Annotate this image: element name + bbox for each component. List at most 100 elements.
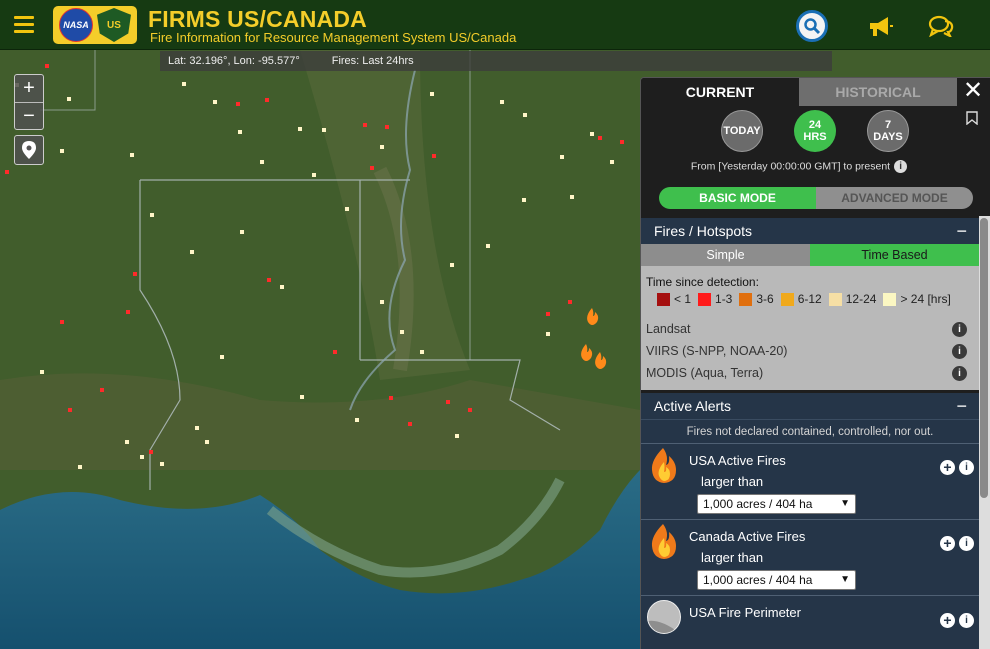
last-24hrs-button[interactable]: 24 HRS bbox=[794, 110, 836, 152]
today-button[interactable]: TODAY bbox=[721, 110, 763, 152]
nasa-logo: NASA bbox=[59, 8, 93, 42]
legend-item: 6-12 bbox=[780, 292, 822, 306]
search-icon bbox=[804, 18, 821, 35]
legend-swatch bbox=[698, 292, 712, 306]
bookmark-icon[interactable] bbox=[966, 111, 978, 125]
legend-swatch bbox=[828, 292, 842, 306]
alert-canada-active-fires: Canada Active Fires larger than 1,000 ac… bbox=[641, 519, 979, 595]
time-range-buttons: TODAY 24 HRS 7 DAYS bbox=[721, 110, 921, 152]
legend-swatch bbox=[657, 292, 670, 306]
add-layer-button[interactable]: + bbox=[940, 460, 955, 475]
from-label: From [Yesterday 00:00:00 GMT] to present bbox=[690, 160, 891, 173]
alert-name: USA Fire Perimeter bbox=[689, 605, 801, 620]
active-alerts-header[interactable]: Active Alerts − bbox=[641, 393, 979, 419]
zoom-in-button[interactable]: + bbox=[15, 75, 43, 102]
legend-label: 3-6 bbox=[756, 292, 774, 306]
viirs-info-icon[interactable]: i bbox=[952, 344, 967, 359]
legend-item: < 1 bbox=[657, 292, 691, 306]
info-icon[interactable]: i bbox=[894, 160, 908, 173]
scrollbar-thumb[interactable] bbox=[980, 218, 988, 498]
basic-mode-button[interactable]: BASIC MODE bbox=[659, 187, 816, 209]
panel-tabs: CURRENT HISTORICAL bbox=[641, 78, 957, 106]
chevron-down-icon: ▼ bbox=[840, 498, 850, 509]
alert-larger-label: larger than bbox=[701, 474, 764, 489]
announcements-button[interactable] bbox=[864, 10, 896, 42]
legend-label: 1-3 bbox=[715, 292, 733, 306]
fire-size-select[interactable]: 1,000 acres / 404 ha ▼ bbox=[697, 494, 856, 514]
fire-size-select[interactable]: 1,000 acres / 404 ha ▼ bbox=[697, 570, 856, 590]
locate-me-button[interactable] bbox=[14, 135, 44, 165]
modis-info-icon[interactable]: i bbox=[952, 366, 967, 381]
tab-historical[interactable]: HISTORICAL bbox=[799, 78, 957, 106]
flame-icon bbox=[651, 448, 676, 483]
fires-hotspots-header[interactable]: Fires / Hotspots − bbox=[641, 218, 979, 244]
panel-scrollbar[interactable] bbox=[979, 216, 990, 649]
alerts-note: Fires not declared contained, controlled… bbox=[641, 419, 979, 443]
time-since-detection-label: Time since detection: bbox=[646, 275, 759, 289]
alert-name: Canada Active Fires bbox=[689, 529, 806, 544]
flame-icon bbox=[651, 524, 676, 559]
legend-item: 12-24 bbox=[828, 292, 877, 306]
alert-name: USA Active Fires bbox=[689, 453, 786, 468]
active-alerts-title: Active Alerts bbox=[654, 398, 732, 414]
alert-larger-label: larger than bbox=[701, 550, 764, 565]
hrs-number: 24 bbox=[808, 119, 822, 131]
app-title: FIRMS US/CANADA bbox=[148, 6, 367, 32]
cursor-coordinates: Lat: 32.196°, Lon: -95.577° bbox=[168, 55, 300, 67]
days-number: 7 bbox=[884, 119, 892, 131]
legend-item: 3-6 bbox=[739, 292, 774, 306]
time-legend: < 1 1-3 3-6 6-12 12-24 > 24 [hrs] bbox=[657, 292, 958, 306]
layers-panel: CURRENT HISTORICAL ✕ TODAY 24 HRS 7 DAYS F… bbox=[640, 77, 990, 649]
tab-time-based[interactable]: Time Based bbox=[810, 244, 979, 266]
fires-subtabs: Simple Time Based bbox=[641, 244, 979, 266]
days-unit: DAYS bbox=[873, 131, 903, 143]
add-layer-button[interactable]: + bbox=[940, 536, 955, 551]
legend-swatch bbox=[739, 292, 753, 306]
zoom-out-button[interactable]: − bbox=[15, 102, 43, 129]
info-icon[interactable]: i bbox=[959, 460, 974, 475]
zoom-control: + − bbox=[14, 74, 44, 130]
logo-badge[interactable]: NASA US bbox=[53, 6, 137, 44]
alert-usa-fire-perimeter: USA Fire Perimeter + i bbox=[641, 595, 979, 649]
search-location-button[interactable] bbox=[796, 10, 828, 42]
fire-size-value: 1,000 acres / 404 ha bbox=[703, 573, 813, 587]
app-header: NASA US FIRMS US/CANADA Fire Information… bbox=[0, 0, 990, 50]
megaphone-icon bbox=[870, 17, 893, 36]
legend-label: 12-24 bbox=[845, 292, 877, 306]
tab-simple[interactable]: Simple bbox=[641, 244, 810, 266]
chat-bubbles-icon bbox=[928, 15, 954, 37]
legend-swatch bbox=[883, 292, 897, 306]
fires-hotspots-body: Simple Time Based Time since detection: … bbox=[641, 244, 979, 390]
alert-usa-active-fires: USA Active Fires larger than 1,000 acres… bbox=[641, 443, 979, 519]
legend-label: > 24 [hrs] bbox=[900, 292, 951, 306]
fires-time-range: Fires: Last 24hrs bbox=[331, 55, 414, 67]
legend-item: > 24 [hrs] bbox=[883, 292, 951, 306]
menu-hamburger-icon[interactable] bbox=[14, 16, 34, 34]
map-status-bar: Lat: 32.196°, Lon: -95.577° Fires: Last … bbox=[160, 51, 832, 71]
legend-label: < 1 bbox=[674, 292, 692, 306]
advanced-mode-button[interactable]: ADVANCED MODE bbox=[816, 187, 973, 209]
time-range-description: From [Yesterday 00:00:00 GMT] to present… bbox=[641, 160, 957, 173]
add-layer-button[interactable]: + bbox=[940, 613, 955, 628]
collapse-fires-button[interactable]: − bbox=[956, 221, 967, 242]
legend-item: 1-3 bbox=[698, 292, 732, 306]
info-icon[interactable]: i bbox=[959, 536, 974, 551]
usfs-logo: US bbox=[97, 8, 131, 42]
fires-hotspots-title: Fires / Hotspots bbox=[654, 223, 753, 239]
last-7days-button[interactable]: 7 DAYS bbox=[867, 110, 909, 152]
legend-swatch bbox=[780, 292, 794, 306]
fire-size-value: 1,000 acres / 404 ha bbox=[703, 497, 813, 511]
landsat-info-icon[interactable]: i bbox=[952, 322, 967, 337]
hrs-unit: HRS bbox=[803, 131, 827, 143]
tab-current[interactable]: CURRENT bbox=[641, 78, 799, 106]
source-modis[interactable]: MODIS (Aqua, Terra) bbox=[646, 366, 763, 380]
mode-toggle: BASIC MODE ADVANCED MODE bbox=[659, 187, 973, 209]
collapse-alerts-button[interactable]: − bbox=[956, 396, 967, 417]
source-landsat[interactable]: Landsat bbox=[646, 322, 690, 336]
feedback-button[interactable] bbox=[925, 10, 957, 42]
close-panel-button[interactable]: ✕ bbox=[961, 79, 985, 104]
app-subtitle: Fire Information for Resource Management… bbox=[150, 30, 517, 45]
source-viirs[interactable]: VIIRS (S-NPP, NOAA-20) bbox=[646, 344, 787, 358]
perimeter-icon bbox=[647, 600, 681, 634]
info-icon[interactable]: i bbox=[959, 613, 974, 628]
